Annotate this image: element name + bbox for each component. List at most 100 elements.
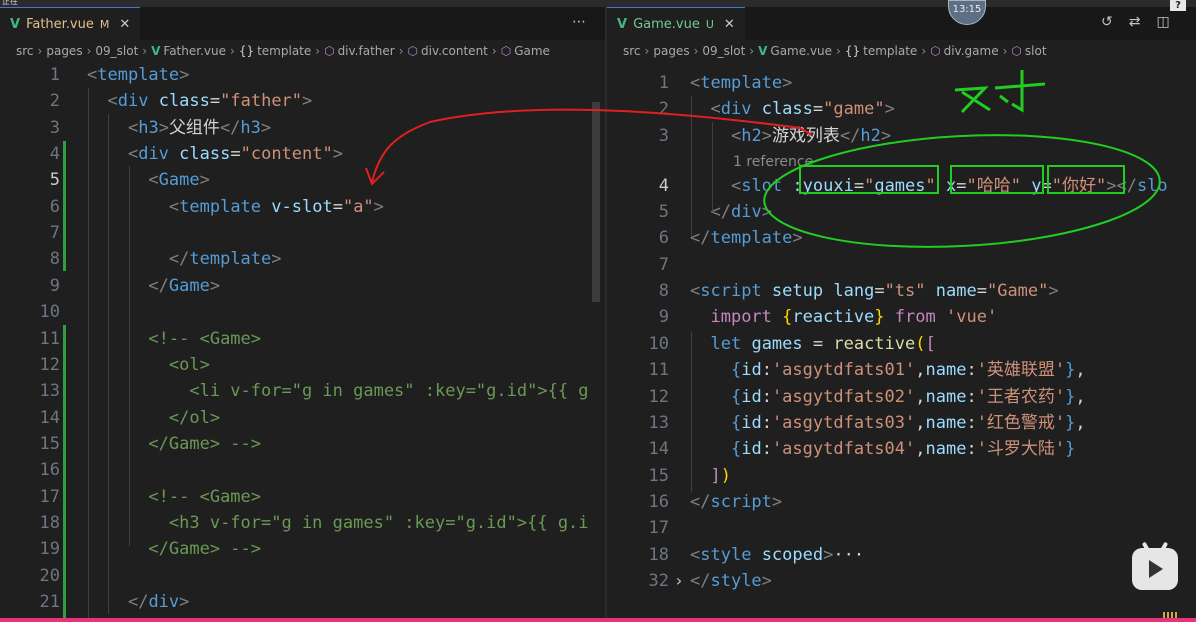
code-line[interactable]: 19 </Game> --> — [0, 536, 605, 562]
bilibili-play-icon[interactable] — [1132, 541, 1178, 590]
modified-badge: M — [99, 17, 110, 31]
line-number: 15 — [648, 465, 669, 486]
code-line[interactable]: 1 <template> — [0, 62, 605, 88]
breadcrumb-item[interactable]: src — [16, 44, 34, 58]
breadcrumb-item[interactable]: template — [863, 44, 917, 58]
breadcrumb-item[interactable]: src — [623, 44, 641, 58]
tab-game-vue[interactable]: V Game.vue U ✕ — [607, 7, 745, 40]
breadcrumb-item[interactable]: 09_slot — [95, 44, 138, 58]
vue-icon: V — [617, 16, 628, 32]
line-number: 16 — [648, 491, 669, 512]
code-line[interactable]: 15 </Game> --> — [0, 431, 605, 457]
code-line[interactable]: 17 — [607, 515, 1196, 541]
code-line[interactable]: 9 </Game> — [0, 273, 605, 299]
code-line[interactable]: 10 — [0, 299, 605, 325]
breadcrumb-item[interactable]: template — [257, 44, 311, 58]
code-line[interactable]: 16 </script> — [607, 489, 1196, 515]
code-line[interactable]: 5 </div> — [607, 199, 1196, 225]
code-line[interactable]: 10 let games = reactive([ — [607, 331, 1196, 357]
code-line[interactable]: 11 <!-- <Game> — [0, 326, 605, 352]
close-icon[interactable]: ✕ — [724, 17, 735, 32]
code-line[interactable]: 8 </template> — [0, 246, 605, 272]
code-text: {id:'asgytdfats03',name:'红色警戒'}, — [730, 412, 1086, 433]
code-line[interactable]: 15 ]) — [607, 463, 1196, 489]
code-line[interactable]: 13 <li v-for="g in games" :key="g.id">{{… — [0, 378, 605, 404]
code-text: <!-- <Game> — [148, 486, 262, 507]
code-text: <div class="father"> — [107, 91, 313, 112]
code-line[interactable]: 7 — [607, 252, 1196, 278]
code-line[interactable]: 18 <style scoped>··· — [607, 542, 1196, 568]
code-line[interactable]: 6 </template> — [607, 225, 1196, 251]
scrollbar[interactable] — [592, 102, 600, 302]
code-line[interactable]: 2 <div class="game"> — [607, 96, 1196, 122]
line-number: 10 — [648, 333, 669, 354]
code-line[interactable]: 4 <div class="content"> — [0, 141, 605, 167]
code-line[interactable]: 32 </style> — [607, 568, 1196, 594]
line-number: 20 — [39, 565, 60, 586]
line-number: 12 — [648, 386, 669, 407]
code-line[interactable]: 11 {id:'asgytdfats01',name:'英雄联盟'}, — [607, 357, 1196, 383]
code-line[interactable]: 14 </ol> — [0, 405, 605, 431]
code-text: <slot :youxi="games" x="哈哈" y="你好"></slo — [730, 175, 1168, 196]
code-text: </script> — [690, 491, 783, 512]
code-line[interactable]: 9 import {reactive} from 'vue' — [607, 304, 1196, 330]
more-icon[interactable]: ⋯ — [572, 14, 586, 30]
code-line[interactable]: 18 <h3 v-for="g in games" :key="g.id">{{… — [0, 510, 605, 536]
code-line[interactable]: 17 <!-- <Game> — [0, 484, 605, 510]
code-line[interactable]: 5 <Game> — [0, 167, 605, 193]
close-icon[interactable]: ✕ — [119, 17, 130, 32]
code-text: let games = reactive([ — [710, 333, 936, 354]
code-text: <template> — [87, 65, 190, 85]
breadcrumb-item[interactable]: 09_slot — [702, 44, 745, 58]
code-line[interactable]: 13 {id:'asgytdfats03',name:'红色警戒'}, — [607, 410, 1196, 436]
breadcrumb-item[interactable]: Game — [514, 44, 550, 58]
line-number: 21 — [39, 592, 60, 612]
code-line[interactable]: 14 {id:'asgytdfats04',name:'斗罗大陆'} — [607, 436, 1196, 462]
code-text: <script setup lang="ts" name="Game"> — [690, 281, 1059, 302]
code-line[interactable]: 21 </div> — [0, 589, 605, 615]
compare-changes-icon[interactable]: ⇄ — [1129, 14, 1141, 30]
breadcrumb-separator: › — [644, 44, 650, 58]
left-tab-bar: V Father.vue M ✕ ⋯ — [0, 7, 605, 40]
codelens-references[interactable]: 1 reference — [733, 152, 813, 172]
untracked-badge: U — [705, 17, 714, 31]
breadcrumb-separator: › — [315, 44, 321, 58]
line-number: 13 — [39, 381, 60, 402]
split-editor-icon[interactable]: ◫ — [1156, 14, 1169, 30]
breadcrumb-item[interactable]: div.father — [338, 44, 395, 58]
fold-chevron-icon[interactable]: › — [674, 568, 684, 594]
code-line[interactable]: 8 <script setup lang="ts" name="Game"> — [607, 278, 1196, 304]
code-text: <div class="content"> — [127, 144, 343, 165]
line-number: 17 — [39, 486, 60, 507]
breadcrumb-item[interactable]: div.content — [421, 44, 488, 58]
element-icon: ⬡ — [407, 44, 418, 58]
breadcrumb-item[interactable]: slot — [1025, 44, 1047, 58]
code-line[interactable]: 6 <template v-slot="a"> — [0, 194, 605, 220]
code-text: <ol> — [168, 354, 210, 375]
breadcrumb-separator: › — [86, 44, 92, 58]
code-line[interactable]: 2 <div class="father"> — [0, 88, 605, 114]
element-icon: ⬡ — [930, 44, 941, 58]
code-line[interactable]: 16 — [0, 457, 605, 483]
tab-father-vue[interactable]: V Father.vue M ✕ — [0, 7, 141, 40]
breadcrumb-separator: › — [749, 44, 755, 58]
help-icon[interactable]: ? — [1170, 0, 1186, 11]
code-editor[interactable]: 1 <template> 2 <div class="father"> 3 <h3>父… — [0, 62, 605, 618]
breadcrumb-item[interactable]: Game.vue — [770, 44, 832, 58]
code-text: <h2>游戏列表</h2> — [730, 125, 892, 146]
code-line[interactable]: 3 <h2>游戏列表</h2> — [607, 123, 1196, 149]
breadcrumb-item[interactable]: Father.vue — [163, 44, 226, 58]
code-line[interactable]: 20 — [0, 563, 605, 589]
code-line[interactable]: 3 <h3>父组件</h3> — [0, 115, 605, 141]
breadcrumb-item[interactable]: div.game — [944, 44, 999, 58]
code-line[interactable]: 7 — [0, 220, 605, 246]
code-line[interactable]: 4 <slot :youxi="games" x="哈哈" y="你好"></s… — [607, 173, 1196, 199]
code-editor[interactable]: 1 <template> 2 <div class="game"> 3 <h2>游戏列… — [607, 62, 1196, 618]
code-line[interactable]: 12 {id:'asgytdfats02',name:'王者农药'}, — [607, 384, 1196, 410]
breadcrumb-item[interactable]: pages — [46, 44, 82, 58]
code-line[interactable]: 12 <ol> — [0, 352, 605, 378]
line-number: 8 — [49, 249, 60, 270]
code-line[interactable]: 1 <template> — [607, 70, 1196, 96]
history-icon[interactable]: ↺ — [1101, 14, 1113, 30]
breadcrumb-item[interactable]: pages — [653, 44, 689, 58]
